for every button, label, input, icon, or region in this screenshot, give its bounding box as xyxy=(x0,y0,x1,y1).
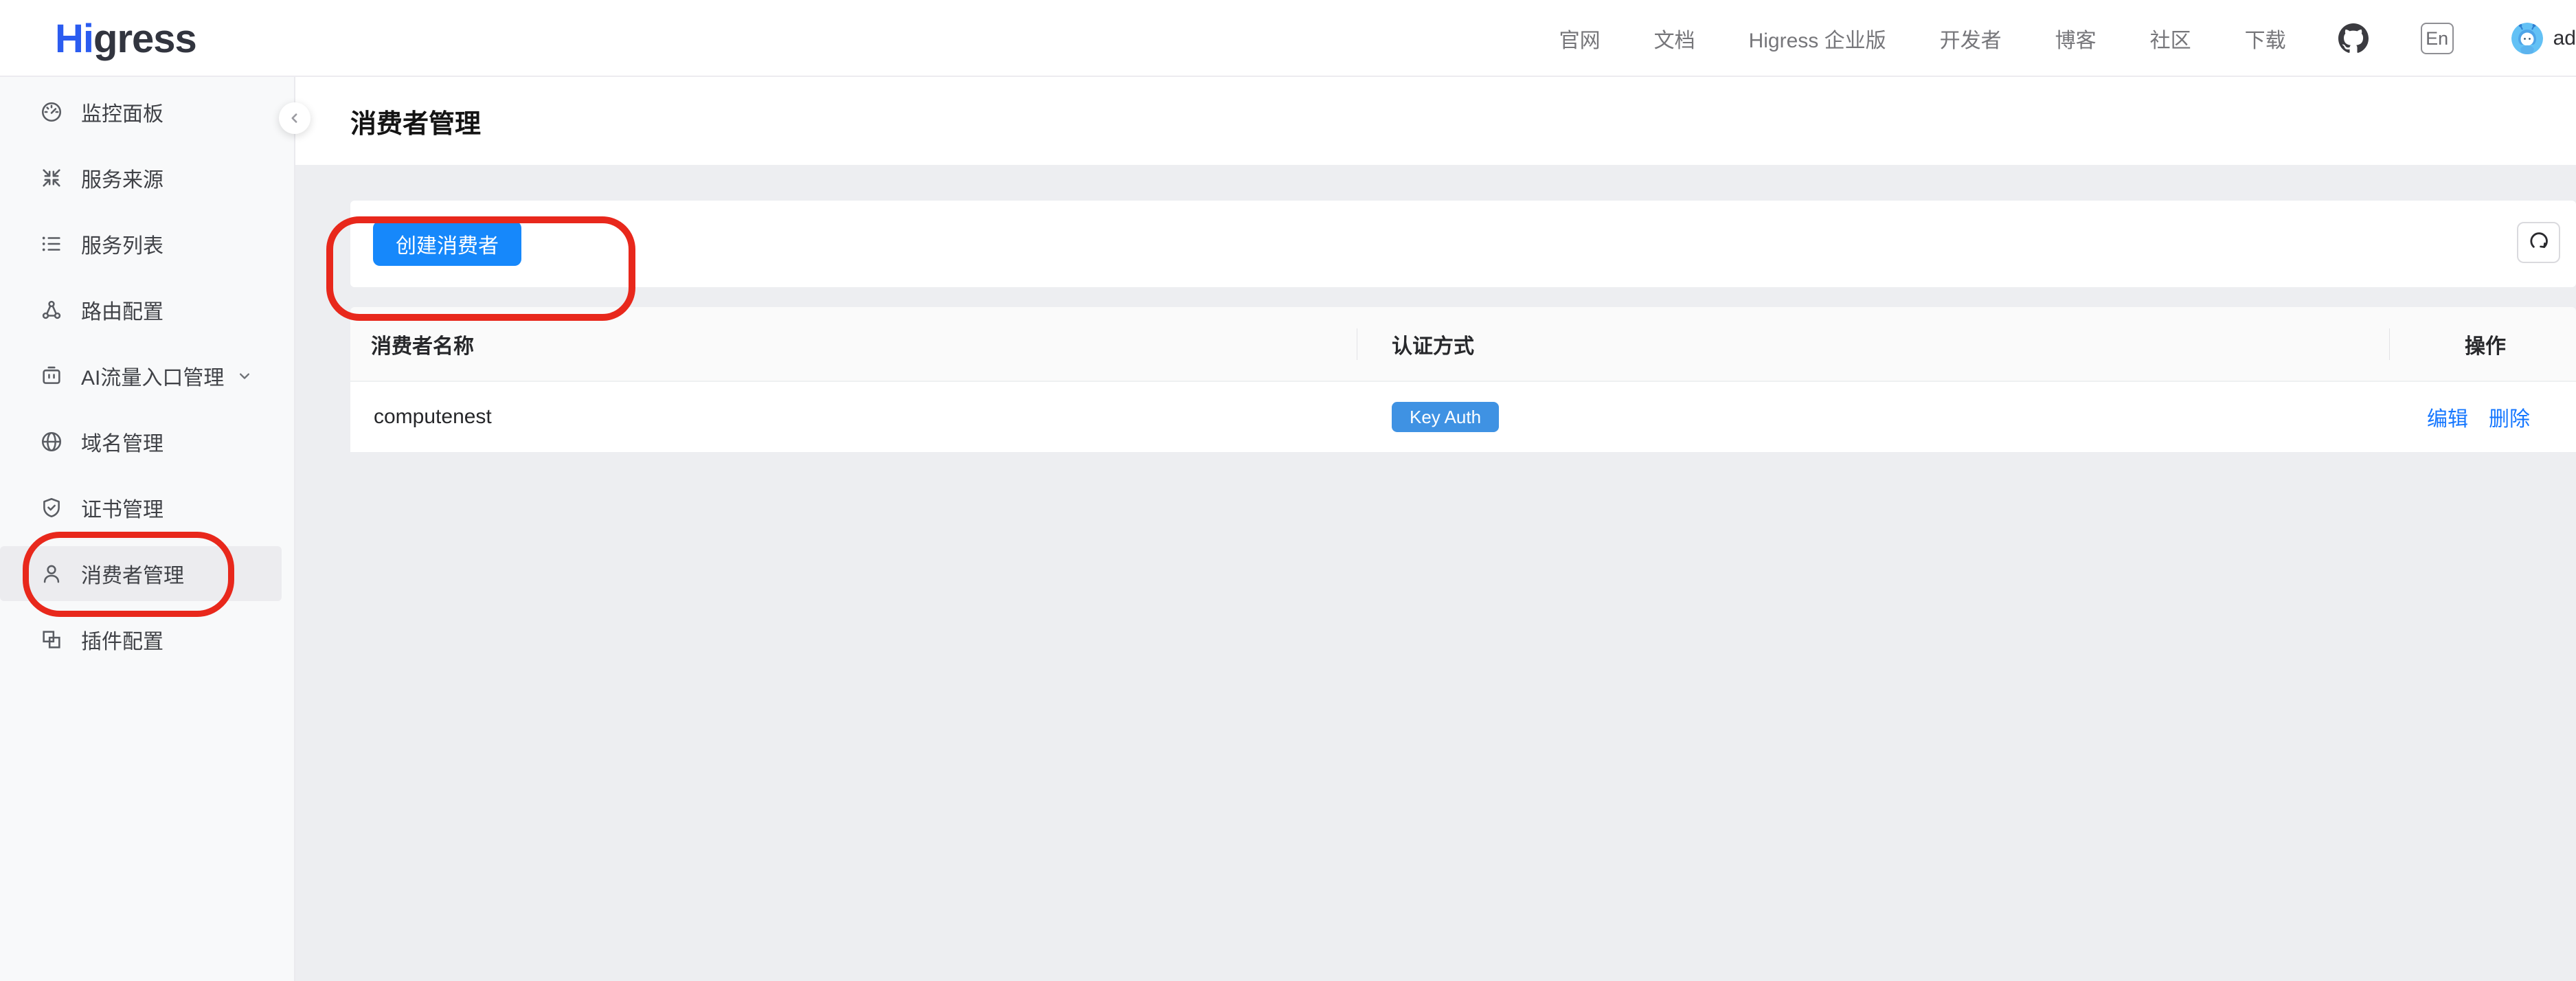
brand-logo[interactable]: Higress xyxy=(55,0,196,77)
chevron-left-icon xyxy=(286,109,304,127)
page-title-band: 消费者管理 xyxy=(295,77,2576,165)
table-row: computenest Key Auth 编辑 删除 xyxy=(350,382,2576,452)
blocks-icon xyxy=(40,628,63,651)
create-consumer-button[interactable]: 创建消费者 xyxy=(373,221,521,266)
column-header-consumer-name: 消费者名称 xyxy=(350,307,1357,381)
sidebar-item-dashboard[interactable]: 监控面板 xyxy=(0,84,282,139)
mascot-avatar-icon xyxy=(2511,23,2543,54)
delete-link[interactable]: 删除 xyxy=(2489,402,2530,432)
brand-logo-i: i xyxy=(83,16,93,62)
chevron-down-icon xyxy=(235,366,254,385)
sidebar-item-ai-traffic[interactable]: AI流量入口管理 xyxy=(0,348,282,403)
sidebar-item-label: 消费者管理 xyxy=(81,559,184,589)
table-header-row: 消费者名称 认证方式 操作 xyxy=(350,307,2576,382)
sidebar-item-label: 证书管理 xyxy=(81,493,163,523)
user-icon xyxy=(40,562,63,585)
refresh-button[interactable] xyxy=(2517,222,2560,263)
column-header-auth-method: 认证方式 xyxy=(1357,307,2389,381)
sidebar-item-label: 路由配置 xyxy=(81,295,163,325)
consumers-table: 消费者名称 认证方式 操作 computenest Key Auth 编辑 删除 xyxy=(350,307,2576,452)
sidebar-item-label: AI流量入口管理 xyxy=(81,361,224,391)
globe-icon xyxy=(40,430,63,453)
nav-link-official-site[interactable]: 官网 xyxy=(1559,23,1601,54)
sidebar: 监控面板 服务来源 服务列表 路由配置 AI流量入口管理 xyxy=(0,77,295,981)
language-toggle[interactable]: En xyxy=(2421,23,2454,54)
dashboard-icon xyxy=(40,100,63,124)
nav-link-download[interactable]: 下载 xyxy=(2245,23,2286,54)
user-name[interactable]: ad xyxy=(2553,27,2576,50)
nav-link-community[interactable]: 社区 xyxy=(2150,23,2191,54)
sidebar-item-service-list[interactable]: 服务列表 xyxy=(0,216,282,271)
sidebar-item-route-config[interactable]: 路由配置 xyxy=(0,282,282,337)
page-title: 消费者管理 xyxy=(350,77,481,165)
shield-check-icon xyxy=(40,496,63,519)
sidebar-item-label: 插件配置 xyxy=(81,624,163,655)
sidebar-item-service-sources[interactable]: 服务来源 xyxy=(0,150,282,205)
nav-link-blog[interactable]: 博客 xyxy=(2055,23,2097,54)
sidebar-item-plugin-config[interactable]: 插件配置 xyxy=(0,612,282,667)
nav-link-developers[interactable]: 开发者 xyxy=(1940,23,2002,54)
refresh-icon xyxy=(2527,231,2551,254)
sidebar-item-consumer-management[interactable]: 消费者管理 xyxy=(0,546,282,601)
brand-logo-h: H xyxy=(55,16,83,62)
top-nav: 官网 文档 Higress 企业版 开发者 博客 社区 下载 En xyxy=(1559,0,2576,77)
column-header-actions: 操作 xyxy=(2389,307,2576,381)
sidebar-item-label: 域名管理 xyxy=(81,427,163,457)
cell-actions: 编辑 删除 xyxy=(2389,382,2576,452)
sidebar-collapse-button[interactable] xyxy=(279,102,310,134)
brand-logo-rest: gress xyxy=(93,16,196,62)
sidebar-item-label: 监控面板 xyxy=(81,97,163,127)
main-content: 消费者管理 创建消费者 消费者名称 认证方式 操作 computenest Ke… xyxy=(295,77,2576,981)
robot-icon xyxy=(40,364,63,387)
shrink-icon xyxy=(40,166,63,190)
top-header: Higress 官网 文档 Higress 企业版 开发者 博客 社区 下载 E… xyxy=(0,0,2576,77)
toolbar-card: 创建消费者 xyxy=(350,201,2576,287)
nav-link-docs[interactable]: 文档 xyxy=(1654,23,1695,54)
sidebar-item-domain-management[interactable]: 域名管理 xyxy=(0,414,282,469)
auth-method-badge: Key Auth xyxy=(1392,402,1499,432)
edit-link[interactable]: 编辑 xyxy=(2427,402,2468,432)
user-avatar[interactable] xyxy=(2511,23,2543,54)
cell-auth-method: Key Auth xyxy=(1357,382,2389,452)
sidebar-item-label: 服务列表 xyxy=(81,229,163,259)
nav-link-enterprise[interactable]: Higress 企业版 xyxy=(1749,23,1886,54)
list-icon xyxy=(40,232,63,256)
higress-console: Higress 官网 文档 Higress 企业版 开发者 博客 社区 下载 E… xyxy=(0,0,2576,981)
github-icon[interactable] xyxy=(2338,23,2369,54)
cell-consumer-name: computenest xyxy=(350,382,1357,452)
route-nodes-icon xyxy=(40,298,63,322)
sidebar-item-cert-management[interactable]: 证书管理 xyxy=(0,480,282,535)
sidebar-item-label: 服务来源 xyxy=(81,163,163,193)
